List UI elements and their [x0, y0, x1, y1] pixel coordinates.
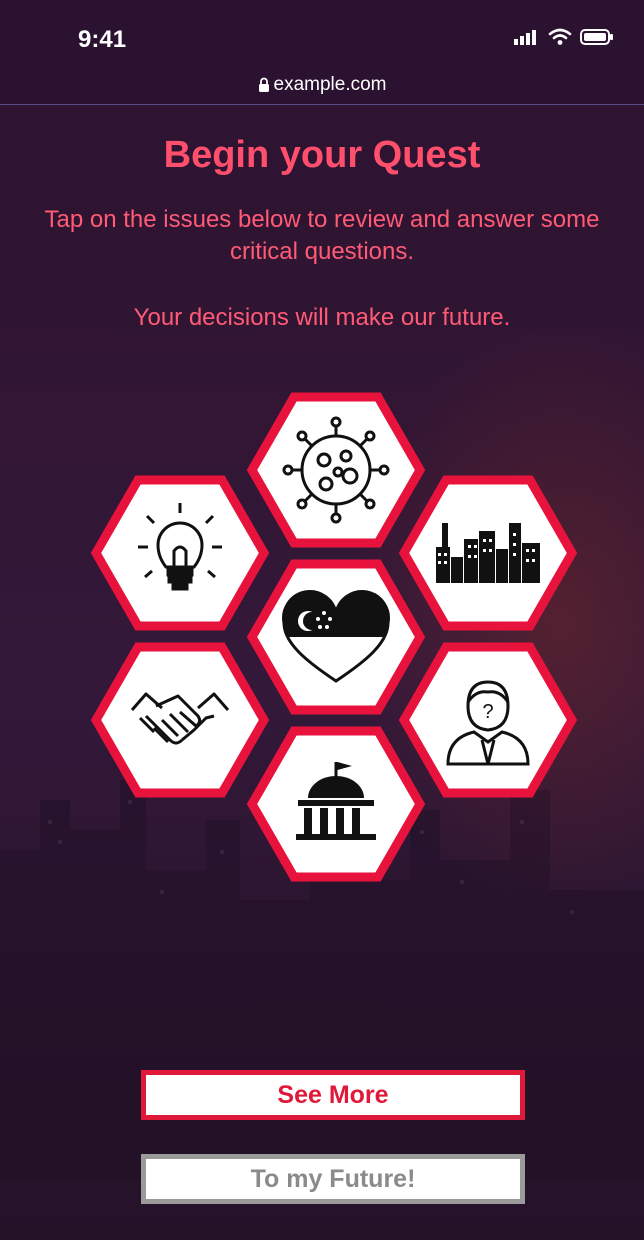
issue-hex-government[interactable] [252, 731, 420, 877]
issue-hex-person[interactable]: ? [404, 647, 572, 793]
issue-hex-virus[interactable] [252, 397, 420, 543]
issue-grid: ? [0, 0, 644, 1240]
issue-hex-idea[interactable] [96, 480, 264, 626]
issue-hex-city[interactable] [404, 480, 572, 626]
see-more-button[interactable]: See More [141, 1070, 525, 1120]
to-my-future-button[interactable]: To my Future! [141, 1154, 525, 1204]
svg-text:?: ? [482, 701, 493, 723]
issue-hex-singapore[interactable] [252, 564, 420, 710]
virus-icon [282, 416, 390, 524]
quest-screen: 9:41 example.com Begin your Quest Tap on… [0, 0, 644, 1240]
issue-hex-partnership[interactable] [96, 647, 264, 793]
